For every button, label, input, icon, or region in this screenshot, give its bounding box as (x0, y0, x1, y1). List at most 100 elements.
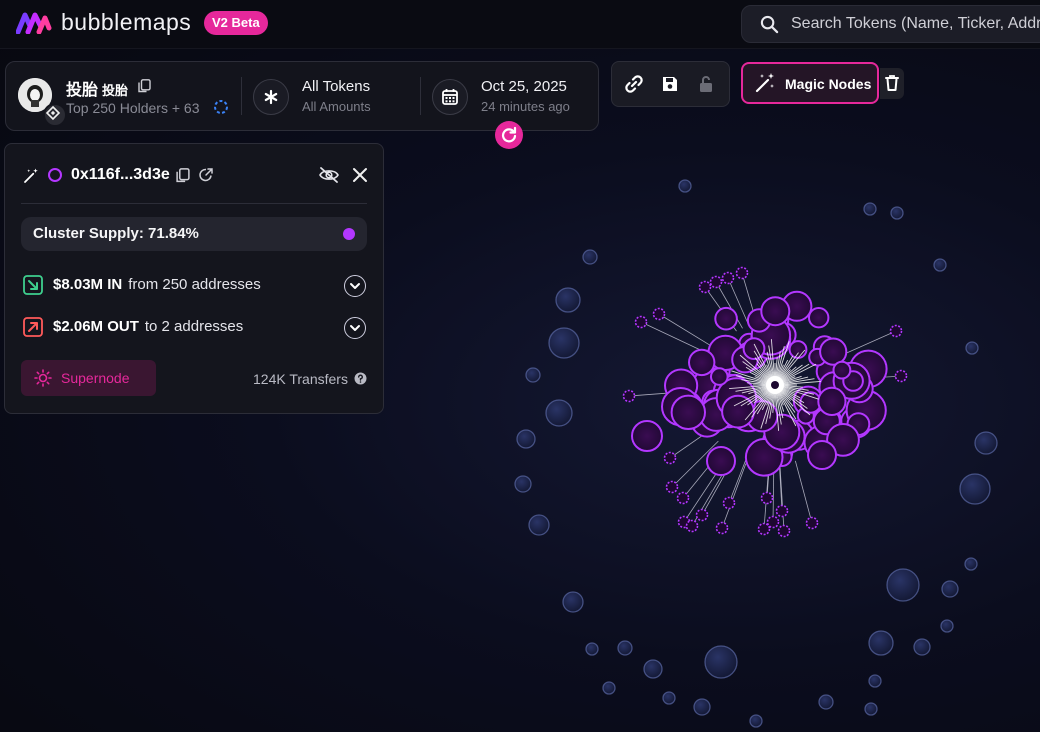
cluster-bubble[interactable] (757, 522, 771, 536)
holder-bubble[interactable] (585, 642, 599, 656)
cluster-bubble[interactable] (808, 307, 830, 329)
chevron-down-icon (350, 325, 360, 331)
transfers-count: 124K Transfers (253, 371, 367, 387)
cluster-bubble[interactable] (894, 369, 908, 383)
asterisk-icon (264, 89, 278, 105)
holder-bubble[interactable] (525, 367, 541, 383)
lock-icon[interactable] (695, 73, 717, 95)
holder-bubble[interactable] (643, 659, 663, 679)
cluster-bubble[interactable] (714, 306, 738, 331)
holder-bubble[interactable] (940, 619, 954, 633)
holder-bubble[interactable] (974, 431, 998, 455)
cluster-bubble[interactable] (698, 280, 712, 294)
cluster-bubble[interactable] (685, 519, 699, 533)
help-icon[interactable] (354, 372, 367, 385)
cluster-color-icon (48, 168, 62, 182)
holder-bubble[interactable] (886, 568, 920, 602)
cluster-bubble[interactable] (766, 515, 780, 529)
holder-bubble[interactable] (818, 694, 834, 710)
expand-outflow-button[interactable] (344, 317, 366, 339)
cluster-bubble[interactable] (663, 451, 677, 465)
holder-bubble[interactable] (514, 475, 532, 493)
holder-bubble[interactable] (890, 206, 904, 220)
cluster-bubble[interactable] (665, 480, 679, 494)
divider (241, 77, 242, 115)
cluster-bubble[interactable] (807, 440, 837, 470)
magic-nodes-button[interactable]: Magic Nodes (741, 62, 879, 104)
bubblemaps-logo[interactable] (16, 12, 52, 34)
holder-bubble[interactable] (562, 591, 584, 613)
hide-eye-icon[interactable] (318, 166, 340, 184)
holder-bubble[interactable] (704, 645, 738, 679)
filter-button[interactable] (253, 79, 289, 115)
holder-bubble[interactable] (528, 514, 550, 536)
magic-wand-icon (755, 73, 774, 93)
cluster-bubble[interactable] (832, 360, 852, 380)
outflow-summary: $2.06M OUT to 2 addresses (53, 318, 243, 335)
cluster-bubble[interactable] (670, 394, 706, 430)
holder-bubble[interactable] (941, 580, 959, 598)
cluster-bubble[interactable] (775, 504, 789, 518)
cluster-bubble[interactable] (788, 340, 808, 359)
holder-bubble[interactable] (933, 258, 947, 272)
supernode-button[interactable]: Supernode (21, 360, 156, 396)
expand-inflow-button[interactable] (344, 275, 366, 297)
cluster-bubble[interactable] (715, 521, 729, 535)
cluster-bubble[interactable] (676, 491, 690, 505)
bnb-chain-icon (43, 103, 67, 127)
top-bar: bubblemaps V2 Beta (0, 0, 1040, 49)
copy-icon[interactable] (138, 79, 151, 93)
copy-icon[interactable] (176, 168, 190, 183)
holder-bubble[interactable] (965, 341, 979, 355)
holder-bubble[interactable] (868, 630, 894, 656)
holder-bubble[interactable] (582, 249, 598, 265)
holder-bubble[interactable] (693, 698, 711, 716)
cluster-bubble[interactable] (760, 296, 791, 327)
external-link-icon[interactable] (198, 167, 214, 183)
holder-bubble[interactable] (964, 557, 978, 571)
delete-button[interactable] (880, 68, 904, 99)
token-filter-title[interactable]: All Tokens (302, 78, 370, 95)
holder-bubble[interactable] (602, 681, 616, 695)
cluster-bubble[interactable] (760, 491, 774, 505)
search-bar[interactable] (741, 5, 1040, 43)
cluster-details-panel: 0x116f...3d3e Cluster Supply: 71.84% $8.… (4, 143, 384, 414)
cluster-bubble[interactable] (688, 348, 716, 377)
cluster-bubble[interactable] (695, 508, 709, 522)
cluster-bubble[interactable] (777, 524, 791, 538)
cluster-bubble[interactable] (710, 367, 729, 386)
cluster-bubble[interactable] (889, 324, 903, 338)
holder-bubble[interactable] (863, 202, 877, 216)
holder-bubble[interactable] (548, 327, 580, 359)
cluster-bubble[interactable] (805, 516, 819, 530)
holder-bubble[interactable] (555, 287, 581, 313)
cluster-bubble[interactable] (652, 307, 666, 321)
cluster-bubble[interactable] (706, 446, 736, 476)
cluster-bubble[interactable] (622, 389, 636, 403)
holder-bubble[interactable] (662, 691, 676, 705)
refresh-button[interactable] (495, 121, 523, 149)
cluster-bubble[interactable] (631, 420, 663, 452)
holder-bubble[interactable] (749, 714, 763, 728)
cluster-bubble[interactable] (709, 275, 723, 289)
holder-bubble[interactable] (913, 638, 931, 656)
holder-bubble[interactable] (516, 429, 536, 449)
cluster-bubble[interactable] (722, 496, 736, 510)
holder-bubble[interactable] (868, 674, 882, 688)
holder-bubble[interactable] (864, 702, 878, 716)
save-icon[interactable] (659, 73, 681, 95)
close-icon[interactable] (352, 167, 368, 183)
transfer-link (640, 321, 702, 351)
cluster-bubble[interactable] (634, 315, 648, 329)
cluster-bubble[interactable] (817, 386, 847, 416)
cluster-bubble[interactable] (742, 337, 766, 361)
search-input[interactable] (789, 12, 1040, 36)
cluster-bubble[interactable] (721, 271, 735, 285)
date-button[interactable] (432, 79, 468, 115)
holder-bubble[interactable] (678, 179, 692, 193)
link-icon[interactable] (623, 73, 645, 95)
holder-bubble[interactable] (545, 399, 573, 427)
cluster-bubble[interactable] (735, 266, 749, 280)
holder-bubble[interactable] (959, 473, 991, 505)
holder-bubble[interactable] (617, 640, 633, 656)
